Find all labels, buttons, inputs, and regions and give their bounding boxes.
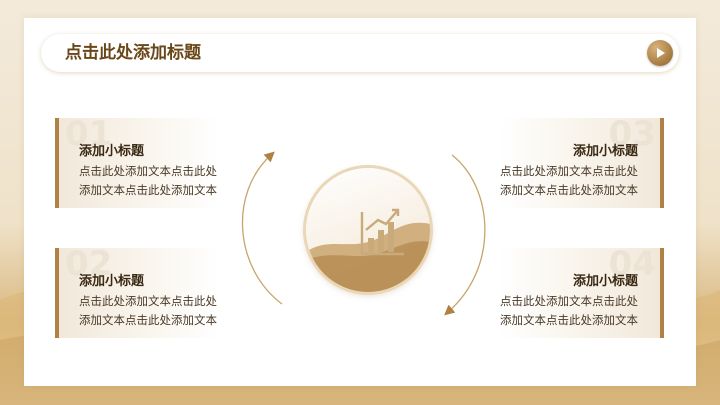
right-arc-arrow	[444, 154, 486, 316]
slide-canvas: 点击此处添加标题 01 添加小标题 点击此处添加文本点击此处 添加文本点击此处添…	[24, 18, 696, 386]
left-arc-arrow	[241, 151, 283, 305]
center-emblem	[306, 168, 430, 292]
